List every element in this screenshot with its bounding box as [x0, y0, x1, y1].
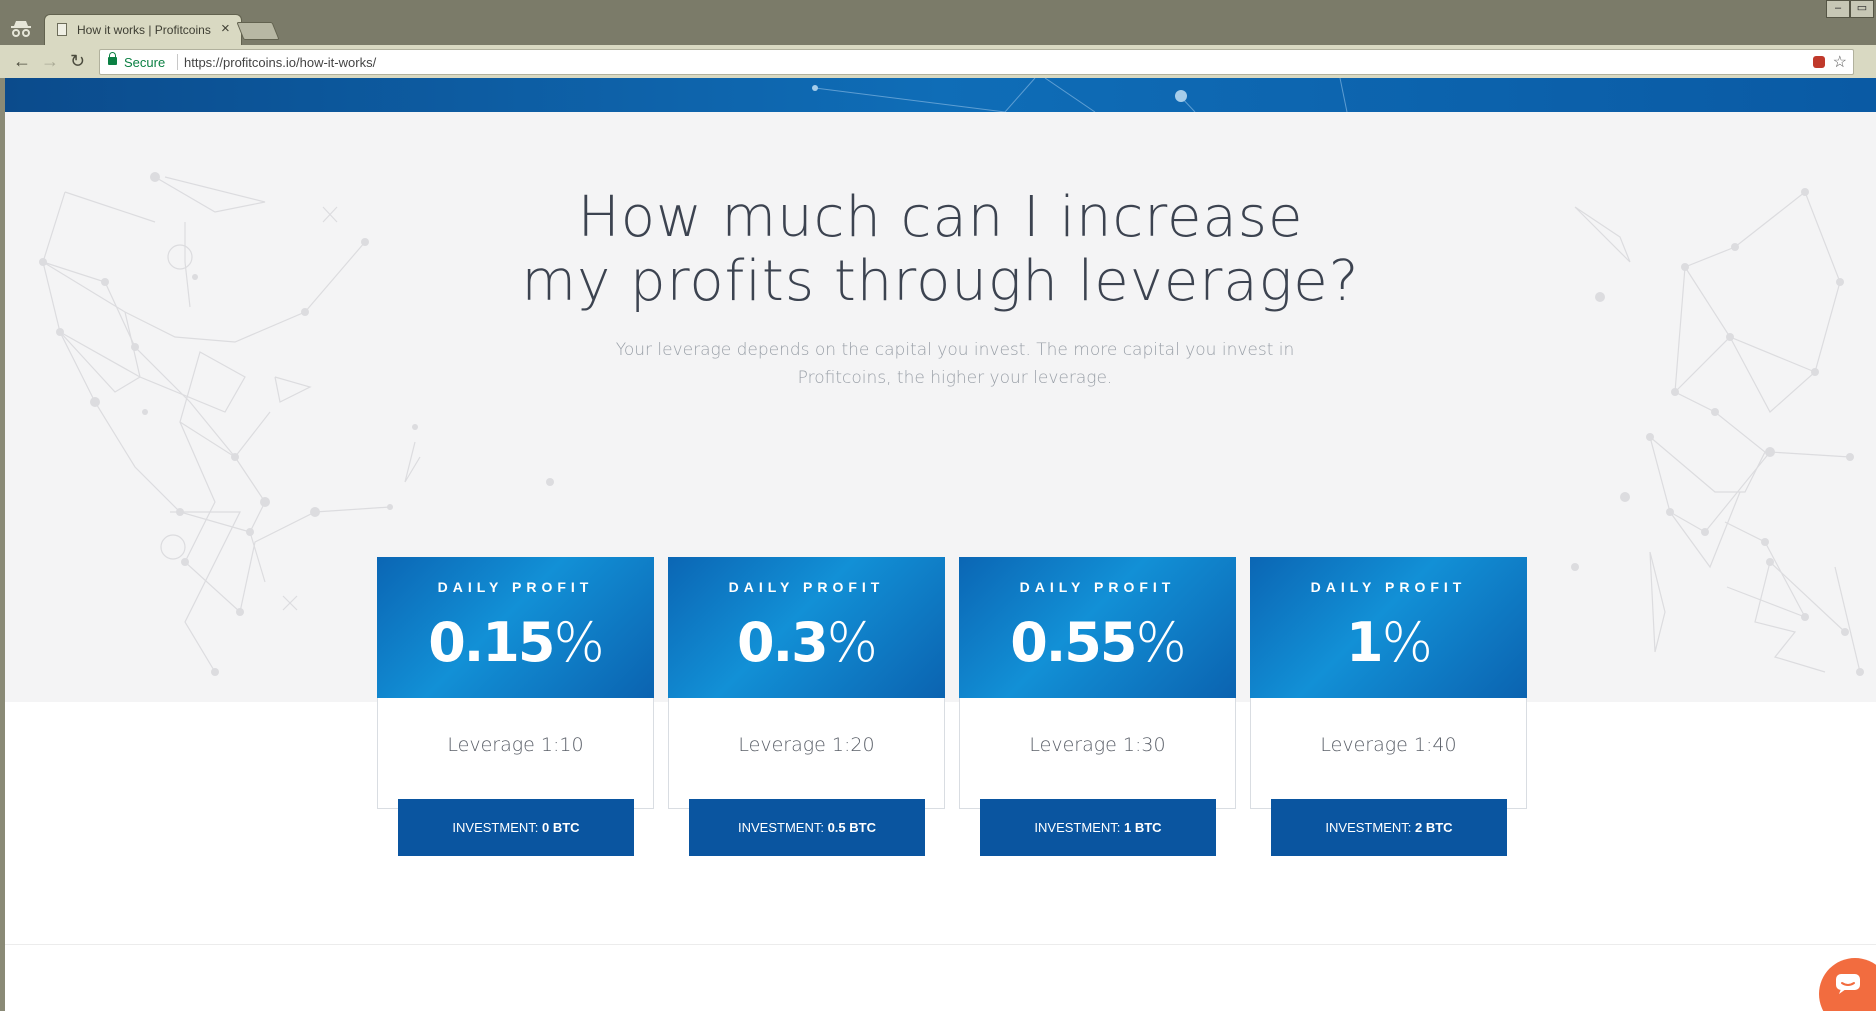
- daily-profit-value: 0.15%: [377, 609, 654, 677]
- chat-button[interactable]: [1819, 958, 1876, 1011]
- minimize-button[interactable]: –: [1826, 0, 1850, 18]
- section-divider: [5, 944, 1876, 945]
- investment-label: INVESTMENT:: [738, 820, 828, 835]
- investment-button[interactable]: INVESTMENT: 0 BTC: [398, 799, 634, 856]
- investment-button[interactable]: INVESTMENT: 1 BTC: [980, 799, 1216, 856]
- banner-network-graphic: [812, 78, 1348, 112]
- daily-profit-label: DAILY PROFIT: [1310, 579, 1467, 595]
- extension-icon[interactable]: [1813, 56, 1825, 68]
- tab-close-icon[interactable]: ×: [221, 20, 230, 37]
- page-headline: How much can I increase my profits throu…: [5, 186, 1876, 314]
- lock-icon: [108, 52, 117, 65]
- leverage-text: Leverage 1:10: [447, 734, 584, 756]
- investment-label: INVESTMENT:: [1034, 820, 1124, 835]
- forward-icon[interactable]: →: [41, 50, 59, 72]
- address-bar[interactable]: Secure https://profitcoins.io/how-it-wor…: [99, 49, 1854, 75]
- daily-profit-label: DAILY PROFIT: [728, 579, 885, 595]
- headline-line-1: How much can I increase: [577, 185, 1304, 250]
- daily-profit-value: 1%: [1250, 609, 1527, 677]
- percent-sign: %: [1135, 611, 1186, 674]
- chat-icon: [1836, 974, 1860, 994]
- profit-number: 0.55: [1010, 611, 1137, 674]
- percent-sign: %: [826, 611, 878, 674]
- profit-number: 0.15: [428, 611, 555, 674]
- profit-number: 0.3: [737, 611, 829, 674]
- plan-card-header: DAILY PROFIT 1%: [1250, 557, 1527, 698]
- plan-card: DAILY PROFIT 0.15% Leverage 1:10 INVESTM…: [377, 557, 654, 856]
- leverage-text: Leverage 1:40: [1320, 734, 1457, 756]
- investment-label: INVESTMENT:: [452, 820, 542, 835]
- percent-sign: %: [1381, 611, 1433, 674]
- investment-value: 0 BTC: [542, 820, 580, 835]
- star-icon[interactable]: ☆: [1833, 52, 1847, 72]
- reload-icon[interactable]: ↻: [70, 50, 85, 72]
- daily-profit-label: DAILY PROFIT: [1019, 579, 1176, 595]
- investment-value: 1 BTC: [1124, 820, 1162, 835]
- new-tab-button[interactable]: [236, 22, 280, 40]
- investment-button[interactable]: INVESTMENT: 0.5 BTC: [689, 799, 925, 856]
- leverage-text: Leverage 1:20: [738, 734, 875, 756]
- plan-card-header: DAILY PROFIT 0.55%: [959, 557, 1236, 698]
- web-page: How much can I increase my profits throu…: [5, 78, 1876, 1011]
- daily-profit-value: 0.3%: [668, 609, 945, 677]
- headline-line-2: my profits through leverage?: [521, 249, 1360, 314]
- profit-number: 1: [1346, 611, 1384, 674]
- daily-profit-label: DAILY PROFIT: [437, 579, 594, 595]
- page-subheading: Your leverage depends on the capital you…: [615, 340, 1295, 388]
- header-banner: [5, 78, 1876, 112]
- plan-card: DAILY PROFIT 1% Leverage 1:40 INVESTMENT…: [1250, 557, 1527, 856]
- url-text[interactable]: https://profitcoins.io/how-it-works/: [184, 55, 376, 70]
- investment-label: INVESTMENT:: [1325, 820, 1415, 835]
- security-label: Secure: [124, 55, 166, 70]
- investment-button[interactable]: INVESTMENT: 2 BTC: [1271, 799, 1507, 856]
- plan-card: DAILY PROFIT 0.3% Leverage 1:20 INVESTME…: [668, 557, 945, 856]
- page-icon: [57, 23, 67, 36]
- maximize-button[interactable]: ▭: [1850, 0, 1874, 18]
- investment-value: 0.5 BTC: [827, 820, 876, 835]
- percent-sign: %: [553, 611, 604, 674]
- plan-card-header: DAILY PROFIT 0.3%: [668, 557, 945, 698]
- investment-value: 2 BTC: [1415, 820, 1453, 835]
- back-icon[interactable]: ←: [13, 50, 31, 72]
- plan-card: DAILY PROFIT 0.55% Leverage 1:30 INVESTM…: [959, 557, 1236, 856]
- browser-tab[interactable]: How it works | Profitcoins ×: [44, 14, 242, 45]
- plan-card-header: DAILY PROFIT 0.15%: [377, 557, 654, 698]
- browser-titlebar: How it works | Profitcoins × – ▭: [0, 0, 1876, 45]
- incognito-icon: [11, 21, 31, 37]
- leverage-text: Leverage 1:30: [1029, 734, 1166, 756]
- tab-title: How it works | Profitcoins: [77, 23, 211, 37]
- daily-profit-value: 0.55%: [959, 609, 1236, 677]
- browser-toolbar: ← → ↻ Secure https://profitcoins.io/how-…: [0, 45, 1876, 78]
- url-separator: [177, 54, 178, 70]
